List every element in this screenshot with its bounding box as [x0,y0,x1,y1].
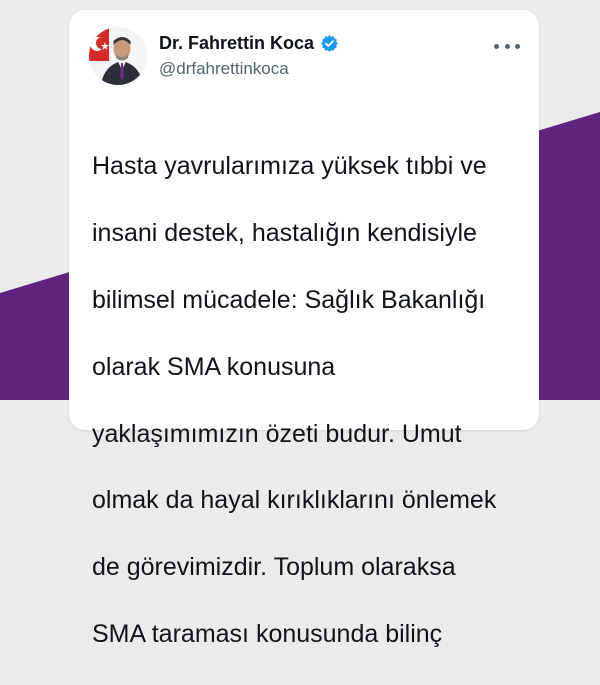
avatar[interactable] [89,27,147,85]
tweet-text-line: de görevimizdir. Toplum olaraksa [92,553,456,582]
tweet-text: Hasta yavrularımıza yüksek tıbbi ve insa… [92,117,532,685]
more-dot [515,43,520,49]
author-handle[interactable]: @drfahrettinkoca [159,59,289,79]
author-name-text[interactable]: Dr. Fahrettin Koca [159,33,314,54]
tweet-text-line: bilimsel mücadele: Sağlık Bakanlığı [92,286,486,315]
tweet-text-line: insani destek, hastalığın kendisiyle [92,219,477,248]
tweet-text-line: SMA taraması konusunda bilinç [92,620,443,649]
verified-badge-icon [321,35,338,52]
tweet-text-line: Hasta yavrularımıza yüksek tıbbi ve [92,152,487,181]
author-name[interactable]: Dr. Fahrettin Koca [159,33,339,54]
tweet-text-line: olarak SMA konusuna [92,352,336,381]
tweet-text-line: yaklaşımımızın özeti budur. Umut [92,419,462,448]
more-dot [494,43,499,49]
tweet-text-line: olmak da hayal kırıklıklarını önlemek [92,486,497,515]
more-options-icon[interactable] [494,38,520,54]
more-dot [504,43,510,49]
tweet-card[interactable]: Dr. Fahrettin Koca @drfahrettinkoca Hast… [69,10,539,648]
